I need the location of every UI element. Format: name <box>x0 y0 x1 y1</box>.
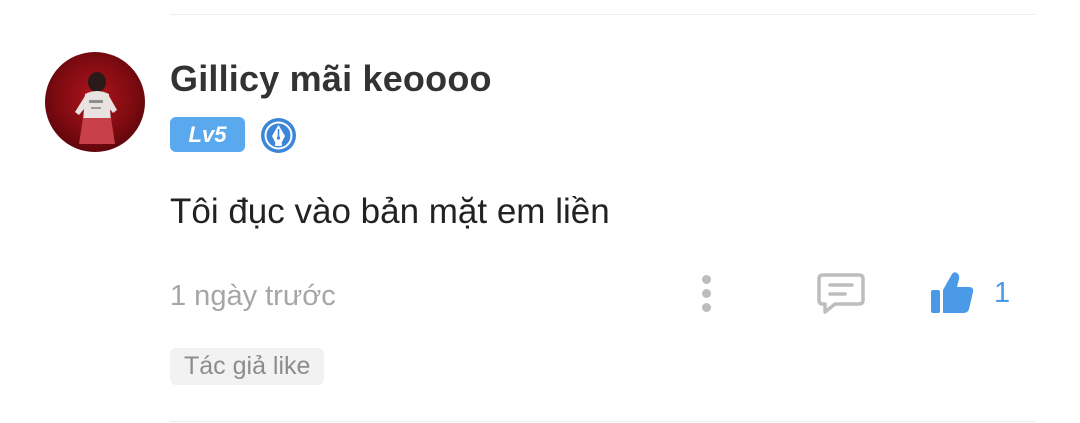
comment-icon <box>817 273 865 314</box>
author-liked-tag: Tác giả like <box>170 348 325 385</box>
avatar[interactable] <box>45 52 145 152</box>
level-badge: Lv5 <box>170 117 245 152</box>
more-options-button[interactable] <box>690 270 722 316</box>
top-divider <box>170 14 1036 15</box>
like-button[interactable]: 1 <box>928 268 1010 318</box>
timestamp: 1 ngày trước <box>170 280 336 312</box>
more-vertical-icon-dot <box>701 274 711 284</box>
more-vertical-icon-dot <box>701 302 711 312</box>
avatar-image <box>75 72 117 144</box>
pen-nib-badge-icon <box>260 117 297 154</box>
bottom-divider <box>170 421 1036 422</box>
comment-card: Gillicy mãi keoooo Lv5 Tôi đục vào bản m… <box>0 0 1080 423</box>
more-vertical-icon-dot <box>701 288 711 298</box>
username[interactable]: Gillicy mãi keoooo <box>170 58 492 100</box>
reply-button[interactable] <box>815 270 867 316</box>
comment-text: Tôi đục vào bản mặt em liền <box>170 192 610 231</box>
thumbs-up-icon <box>931 272 974 313</box>
like-count: 1 <box>994 276 1011 309</box>
